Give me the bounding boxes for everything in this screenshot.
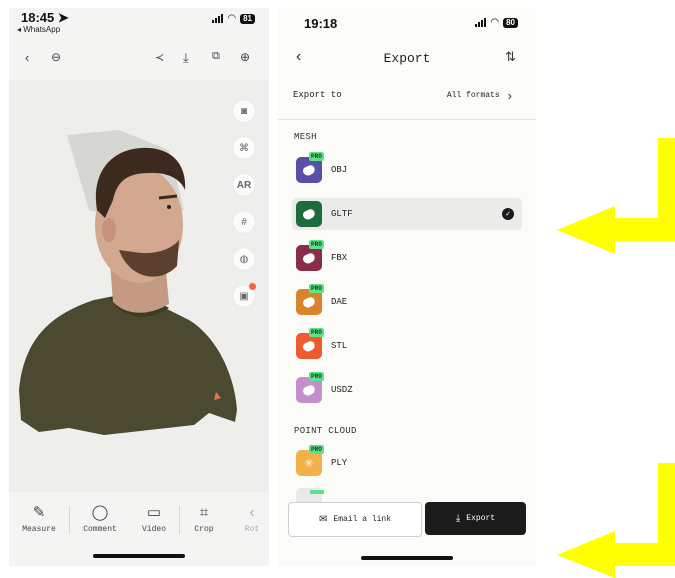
tool-measure[interactable]: ✎ Measure [14,504,64,534]
wifi-icon: ◠ [227,13,237,24]
export-to-label: Export to [293,90,342,100]
next-format-peek [296,488,324,502]
annotation-arrow-top [557,138,675,254]
comment-icon: ◯ [91,504,109,521]
format-row-gltf[interactable]: GLTF ✓ [292,198,522,230]
more-icon[interactable]: ⊖ [51,50,61,64]
battery-icon: 81 [240,13,255,24]
dae-format-icon: PRO [296,284,324,315]
format-label: PLY [331,458,348,468]
export-to-value: All formats [446,91,500,100]
format-row-fbx[interactable]: PRO FBX [292,240,522,274]
globe-icon[interactable]: ⊕ [240,50,250,64]
signal-icon [475,18,487,27]
divider [69,506,70,534]
tool-bar: ✎ Measure ◯ Comment ▭ Video ⌗ Crop ‹ Rot [9,492,269,566]
point-cloud-section-title: POINT CLOUD [294,426,357,436]
pro-badge: PRO [309,152,324,161]
format-row-ply[interactable]: ✳ PRO PLY [292,445,522,479]
format-row-obj[interactable]: PRO OBJ [292,152,522,186]
scanned-person-model [19,130,237,435]
format-row-dae[interactable]: PRO DAE [292,284,522,318]
usdz-format-icon: PRO [296,372,324,403]
download-icon[interactable]: ⤓ [183,50,189,66]
status-time: 18:45 ➤ [21,10,69,25]
format-label: STL [331,341,348,351]
home-indicator [361,556,453,560]
annotation-arrow-bottom [557,463,675,578]
crop-icon: ⌗ [199,504,209,521]
wifi-icon: ◠ [490,17,500,28]
status-indicators: ◠ 81 [212,13,255,24]
battery-icon: 80 [503,17,518,28]
format-label: USDZ [331,385,353,395]
measure-icon: ✎ [32,504,46,521]
notification-dot [249,283,256,290]
ar-button[interactable]: AR [233,174,255,196]
format-label: GLTF [331,209,353,219]
camera-icon[interactable]: ◙ [233,100,255,122]
check-icon: ✓ [502,208,514,220]
export-button[interactable]: ⤓ Export [425,502,526,535]
right-phone-screen: 19:18 ◠ 80 ‹ Export ⇅ Export to All form… [278,8,536,566]
back-arrow-icon[interactable]: ‹ [25,50,29,65]
tool-crop[interactable]: ⌗ Crop [179,504,229,534]
mesh-section-title: MESH [294,132,317,142]
texture-icon[interactable]: ◍ [233,248,255,270]
format-row-usdz[interactable]: PRO USDZ [292,372,522,406]
pro-badge: PRO [309,240,324,249]
chevron-right-icon: › [507,88,512,103]
format-row-stl[interactable]: PRO STL [292,328,522,362]
back-to-app-link[interactable]: ◂ WhatsApp [17,25,60,34]
tool-video[interactable]: ▭ Video [129,504,179,534]
email-link-button[interactable]: ✉ Email a link [288,502,422,537]
tool-comment[interactable]: ◯ Comment [75,504,125,534]
sort-icon[interactable]: ⇅ [505,49,516,65]
share-icon[interactable]: ≺ [155,51,164,64]
stl-format-icon: PRO [296,328,324,359]
format-label: DAE [331,297,348,307]
pro-badge: PRO [309,284,324,293]
format-label: OBJ [331,165,348,175]
aspect-icon[interactable]: ⧉ [212,50,220,63]
download-icon: ⤓ [455,513,461,525]
divider [278,119,536,120]
page-title: Export [383,51,431,66]
grid-icon[interactable]: # [233,211,255,233]
pro-badge: PRO [309,328,324,337]
chevron-right-icon: ‹ [249,504,255,521]
status-time: 19:18 [304,16,338,31]
model-viewport[interactable]: ◙ ⌘ AR # ◍ ▣ [9,80,269,492]
format-label: FBX [331,253,348,263]
mail-icon: ✉ [319,514,328,526]
signal-icon [212,14,224,23]
pro-badge: PRO [309,372,324,381]
left-phone-screen: 18:45 ➤ ◂ WhatsApp ◠ 81 ‹ ⊖ ≺ ⤓ ⧉ ⊕ ◙ ⌘ … [9,8,269,566]
status-indicators: ◠ 80 [475,17,518,28]
obj-format-icon: PRO [296,152,324,183]
pro-badge: PRO [309,445,324,454]
gltf-format-icon [296,201,322,227]
export-to-selector[interactable]: All formats › [447,88,512,103]
home-indicator [93,554,185,558]
gamepad-icon[interactable]: ⌘ [233,137,255,159]
fbx-format-icon: PRO [296,240,324,271]
ply-format-icon: ✳ PRO [296,445,324,476]
tool-rotate[interactable]: ‹ Rot [227,504,269,534]
video-icon: ▭ [146,504,162,521]
